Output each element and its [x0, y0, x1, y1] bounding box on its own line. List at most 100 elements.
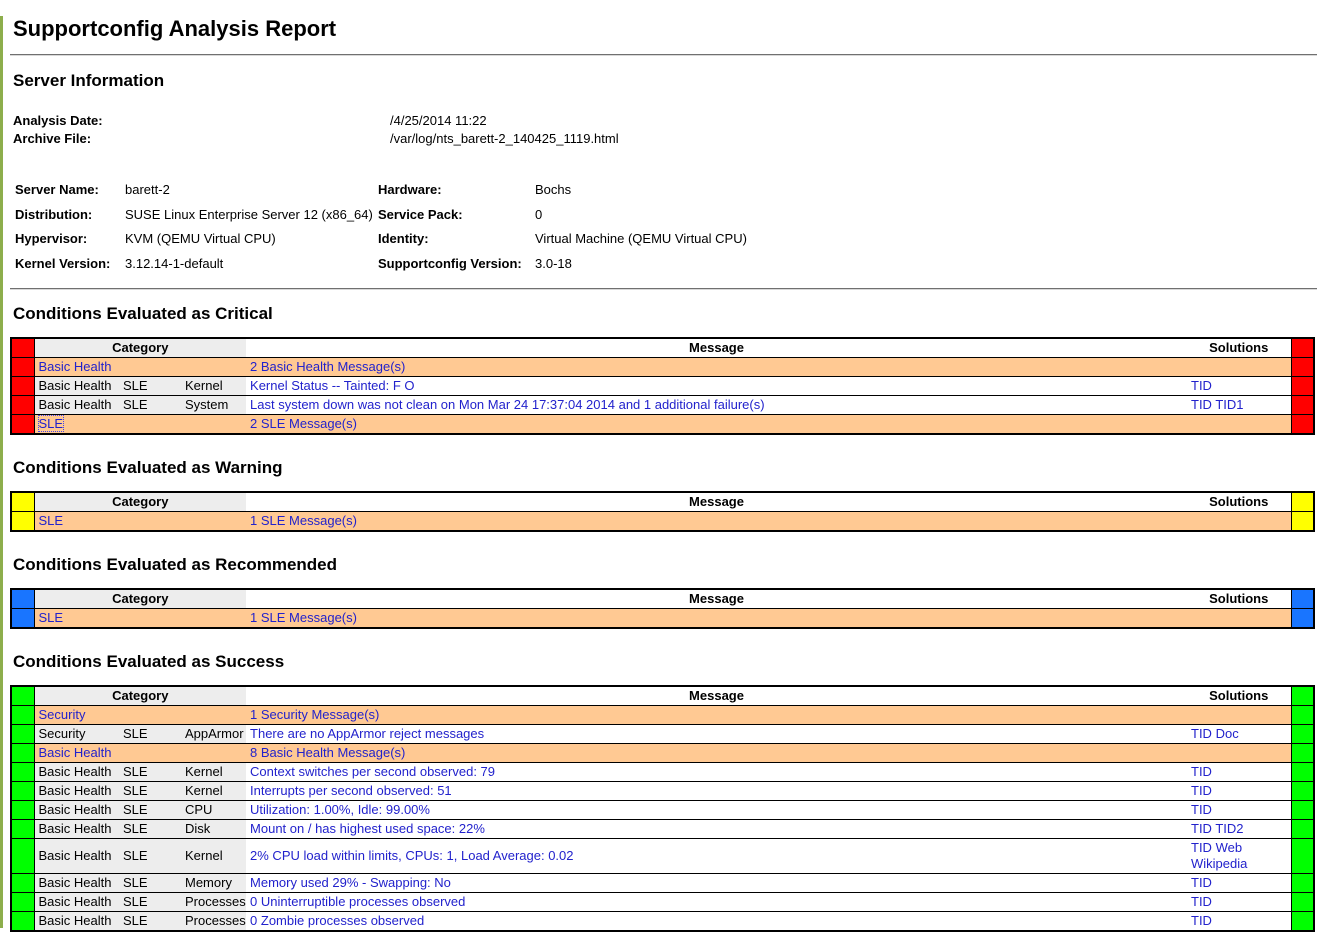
summary-message-cell: 8 Basic Health Message(s)	[246, 744, 1187, 763]
summary-solutions-cell	[1187, 512, 1291, 532]
solutions-cell: TID	[1187, 912, 1291, 932]
table-row: Basic HealthSLEProcesses0 Uninterruptibl…	[11, 893, 1314, 912]
status-strip	[11, 338, 34, 358]
summary-solutions-cell	[1187, 744, 1291, 763]
category-link[interactable]: SLE	[39, 513, 64, 528]
field-label: Identity:	[378, 227, 535, 252]
solution-link[interactable]: TID	[1191, 764, 1212, 779]
solution-link[interactable]: TID2	[1215, 821, 1243, 836]
solution-link[interactable]: Wikipedia	[1191, 856, 1247, 871]
subcategory-cell: SLE	[119, 820, 181, 839]
solution-link[interactable]: TID	[1191, 875, 1212, 890]
solution-link[interactable]: TID	[1191, 397, 1212, 412]
summary-message-cell: 1 SLE Message(s)	[246, 609, 1187, 629]
message-link[interactable]: 1 SLE Message(s)	[250, 513, 357, 528]
table-row: Basic Health 2 Basic Health Message(s)	[11, 358, 1314, 377]
meta-label: Archive File:	[13, 130, 390, 148]
status-strip	[1291, 415, 1314, 435]
status-strip	[1291, 589, 1314, 609]
field-value: SUSE Linux Enterprise Server 12 (x86_64)	[125, 203, 378, 228]
component-cell: Processes	[181, 912, 246, 932]
message-link[interactable]: 8 Basic Health Message(s)	[250, 745, 405, 760]
field-value: Virtual Machine (QEMU Virtual CPU)	[535, 227, 1317, 252]
message-link[interactable]: 1 SLE Message(s)	[250, 610, 357, 625]
message-link[interactable]: 0 Zombie processes observed	[250, 913, 424, 928]
message-cell: Last system down was not clean on Mon Ma…	[246, 396, 1187, 415]
table-row: Basic HealthSLEMemoryMemory used 29% - S…	[11, 874, 1314, 893]
summary-category-cell: SLE	[34, 609, 246, 629]
message-cell: Memory used 29% - Swapping: No	[246, 874, 1187, 893]
message-link[interactable]: Context switches per second observed: 79	[250, 764, 495, 779]
status-strip	[11, 396, 34, 415]
solution-link[interactable]: Doc	[1216, 726, 1239, 741]
message-link[interactable]: 2 SLE Message(s)	[250, 416, 357, 431]
message-cell: 0 Zombie processes observed	[246, 912, 1187, 932]
component-cell: Kernel	[181, 782, 246, 801]
message-link[interactable]: 2 Basic Health Message(s)	[250, 359, 405, 374]
message-link[interactable]: 2% CPU load within limits, CPUs: 1, Load…	[250, 848, 573, 863]
message-link[interactable]: Mount on / has highest used space: 22%	[250, 821, 485, 836]
message-link[interactable]: Memory used 29% - Swapping: No	[250, 875, 451, 890]
message-link[interactable]: There are no AppArmor reject messages	[250, 726, 484, 741]
category-link[interactable]: Basic Health	[39, 359, 112, 374]
status-strip	[1291, 338, 1314, 358]
summary-category-cell: SLE	[34, 512, 246, 532]
summary-category-cell: Basic Health	[34, 358, 246, 377]
solution-link[interactable]: TID	[1191, 378, 1212, 393]
solution-link[interactable]: TID	[1191, 783, 1212, 798]
server-info-divider	[10, 288, 1317, 290]
message-column-header: Message	[246, 686, 1187, 706]
solution-link[interactable]: TID	[1191, 913, 1212, 928]
status-strip	[11, 912, 34, 932]
solutions-column-header: Solutions	[1187, 589, 1291, 609]
solutions-cell: TID Web Wikipedia	[1187, 839, 1291, 874]
solution-link[interactable]: Web	[1216, 840, 1243, 855]
status-strip	[1291, 744, 1314, 763]
message-cell: Interrupts per second observed: 51	[246, 782, 1187, 801]
category-link[interactable]: Basic Health	[39, 745, 112, 760]
solutions-column-header: Solutions	[1187, 686, 1291, 706]
status-strip	[11, 377, 34, 396]
status-strip	[1291, 820, 1314, 839]
subcategory-cell: SLE	[119, 725, 181, 744]
component-cell: Disk	[181, 820, 246, 839]
solutions-cell: TID	[1187, 782, 1291, 801]
meta-label: Analysis Date:	[13, 112, 390, 130]
solutions-cell: TID TID2	[1187, 820, 1291, 839]
subcategory-cell: SLE	[119, 801, 181, 820]
category-link[interactable]: SLE	[39, 610, 64, 625]
subcategory-cell: SLE	[119, 893, 181, 912]
message-cell: Kernel Status -- Tainted: F O	[246, 377, 1187, 396]
component-cell: Kernel	[181, 839, 246, 874]
status-strip	[1291, 358, 1314, 377]
solutions-cell: TID	[1187, 763, 1291, 782]
status-strip	[11, 725, 34, 744]
table-row: SLE 1 SLE Message(s)	[11, 609, 1314, 629]
message-link[interactable]: Interrupts per second observed: 51	[250, 783, 452, 798]
solution-link[interactable]: TID	[1191, 802, 1212, 817]
solutions-cell: TID TID1	[1187, 396, 1291, 415]
component-cell: Kernel	[181, 763, 246, 782]
message-cell: Mount on / has highest used space: 22%	[246, 820, 1187, 839]
solution-link[interactable]: TID	[1191, 894, 1212, 909]
solution-link[interactable]: TID	[1191, 726, 1212, 741]
category-link[interactable]: SLE	[39, 416, 64, 431]
solution-link[interactable]: TID1	[1215, 397, 1243, 412]
category-link[interactable]: Security	[39, 707, 86, 722]
solution-link[interactable]: TID	[1191, 821, 1212, 836]
category-cell: Basic Health	[34, 763, 119, 782]
table-row: SLE 1 SLE Message(s)	[11, 512, 1314, 532]
message-link[interactable]: 0 Uninterruptible processes observed	[250, 894, 465, 909]
message-link[interactable]: Kernel Status -- Tainted: F O	[250, 378, 415, 393]
solutions-cell: TID	[1187, 893, 1291, 912]
message-link[interactable]: Utilization: 1.00%, Idle: 99.00%	[250, 802, 430, 817]
solution-link[interactable]: TID	[1191, 840, 1212, 855]
subcategory-cell: SLE	[119, 763, 181, 782]
category-cell: Basic Health	[34, 782, 119, 801]
message-link[interactable]: Last system down was not clean on Mon Ma…	[250, 397, 765, 412]
status-strip	[1291, 706, 1314, 725]
message-link[interactable]: 1 Security Message(s)	[250, 707, 379, 722]
subcategory-cell: SLE	[119, 396, 181, 415]
field-value: 0	[535, 203, 1317, 228]
meta-row: Archive File:/var/log/nts_barett-2_14042…	[13, 130, 1317, 148]
